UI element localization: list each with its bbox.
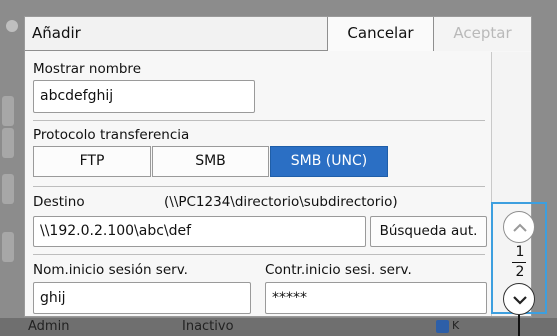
section-divider bbox=[33, 120, 485, 121]
protocol-ftp-option[interactable]: FTP bbox=[33, 146, 151, 177]
page-down-button[interactable] bbox=[503, 283, 535, 315]
protocol-label: Protocolo transferencia bbox=[33, 127, 190, 143]
dialog-titlebar: Añadir Cancelar Aceptar bbox=[25, 17, 531, 51]
cancel-button[interactable]: Cancelar bbox=[327, 17, 434, 51]
login-password-label: Contr.inicio sesi. serv. bbox=[265, 262, 412, 278]
callout-line bbox=[518, 314, 520, 336]
login-name-field[interactable]: ghij bbox=[33, 282, 251, 314]
page-fraction-bar bbox=[512, 262, 526, 263]
chevron-down-icon bbox=[513, 296, 527, 305]
page-up-button[interactable] bbox=[503, 211, 535, 243]
chevron-up-icon bbox=[513, 223, 527, 232]
background-status-label: Inactivo bbox=[182, 319, 234, 334]
display-name-label: Mostrar nombre bbox=[33, 61, 141, 77]
background-tab-stub bbox=[2, 96, 14, 126]
destination-field[interactable]: \\192.0.2.100\abc\def bbox=[33, 216, 366, 247]
background-tab-stub bbox=[2, 128, 14, 158]
dialog-title: Añadir bbox=[32, 24, 81, 42]
accept-button[interactable]: Aceptar bbox=[434, 17, 531, 51]
current-page: 1 bbox=[515, 244, 525, 260]
background-tab-stub bbox=[2, 174, 14, 204]
protocol-smb-unc-option[interactable]: SMB (UNC) bbox=[270, 146, 388, 177]
destination-hint: (\\PC1234\directorio\subdirectorio) bbox=[164, 194, 398, 210]
background-status-bar: Admin Inactivo K bbox=[0, 318, 557, 336]
section-divider bbox=[33, 254, 485, 255]
total-pages: 2 bbox=[515, 264, 525, 280]
login-password-field[interactable]: ***** bbox=[265, 282, 487, 314]
background-user-label: Admin bbox=[28, 319, 70, 334]
background-check-icon bbox=[436, 320, 449, 333]
login-name-label: Nom.inicio sesión serv. bbox=[33, 262, 188, 278]
section-divider bbox=[33, 186, 485, 187]
background-home-icon bbox=[6, 20, 18, 32]
auto-search-button[interactable]: Búsqueda aut. bbox=[370, 216, 487, 247]
add-dialog: Añadir Cancelar Aceptar Mostrar nombre a… bbox=[24, 16, 532, 317]
protocol-smb-option[interactable]: SMB bbox=[152, 146, 269, 177]
background-tab-stub bbox=[2, 232, 14, 262]
destination-label: Destino bbox=[33, 194, 85, 210]
background-k-label: K bbox=[452, 319, 460, 332]
dialog-content: Mostrar nombre abcdefghij Protocolo tran… bbox=[25, 52, 491, 316]
display-name-field[interactable]: abcdefghij bbox=[33, 80, 255, 113]
